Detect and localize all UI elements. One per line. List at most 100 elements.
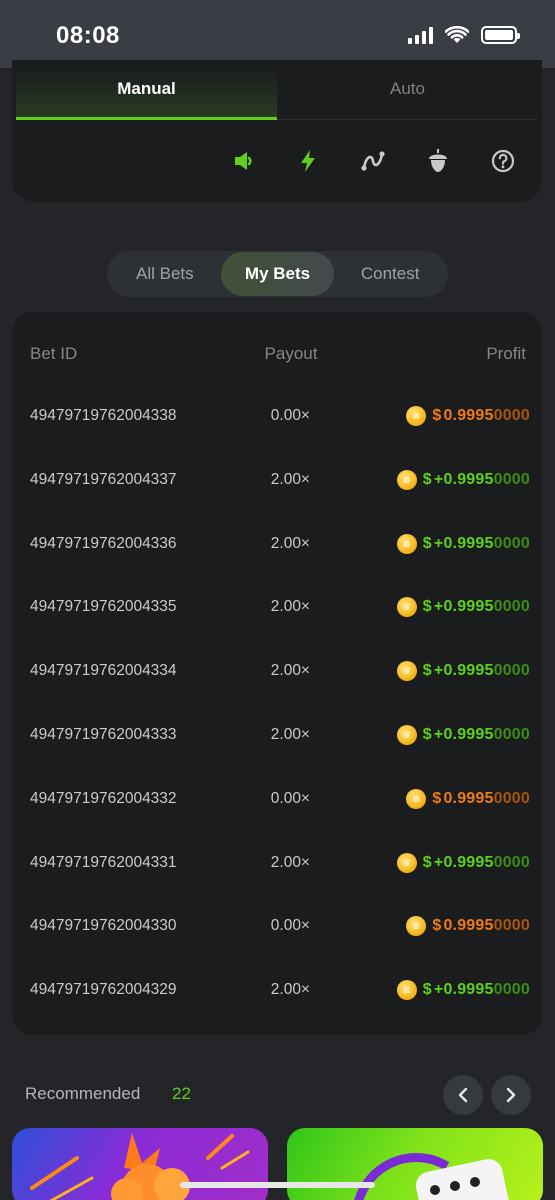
bet-id: 49479719762004333 xyxy=(30,726,177,743)
profit-amount: $ +0.99950000 xyxy=(423,854,530,872)
next-button[interactable] xyxy=(491,1075,531,1115)
table-row[interactable]: 49479719762004332 0.00× ≡ $0.99950000 xyxy=(30,779,530,819)
battery-icon xyxy=(481,26,520,44)
currency-sign: $ xyxy=(422,534,432,552)
tab-all-bets[interactable]: All Bets xyxy=(109,252,221,296)
profit-amount: $ +0.99950000 xyxy=(423,662,530,680)
table-row[interactable]: 49479719762004335 2.00× ≡ $ +0.99950000 xyxy=(30,587,530,627)
currency-sign: $ xyxy=(422,598,432,616)
bet-payout: 2.00× xyxy=(270,662,310,680)
bet-profit: ≡ $0.99950000 xyxy=(338,916,530,937)
bet-id: 49479719762004337 xyxy=(30,470,177,488)
profit-value-tail: 0000 xyxy=(493,534,530,552)
dice-artwork xyxy=(354,1153,510,1200)
chevron-right-icon xyxy=(506,1087,516,1103)
tab-my-bets[interactable]: My Bets xyxy=(220,252,335,296)
currency-sign: $ xyxy=(422,726,432,743)
wifi-icon xyxy=(445,26,469,43)
profit-value: 0.9995 xyxy=(443,917,494,935)
route-icon[interactable] xyxy=(358,146,388,176)
profit-amount: $0.99950000 xyxy=(432,917,530,935)
currency-sign: $ xyxy=(432,789,442,807)
tab-auto[interactable]: Auto xyxy=(277,68,538,119)
lightning-icon[interactable] xyxy=(293,146,323,176)
profit-value: +0.9995 xyxy=(433,598,494,616)
coin-icon: ≡ xyxy=(396,597,417,618)
currency-sign: $ xyxy=(432,917,442,935)
profit-value-tail: 0000 xyxy=(493,981,530,999)
table-row[interactable]: 49479719762004331 2.00× ≡ $ +0.99950000 xyxy=(30,843,530,883)
bet-profit: ≡ $ +0.99950000 xyxy=(338,852,530,873)
bet-id: 49479719762004335 xyxy=(30,598,177,616)
volume-icon[interactable] xyxy=(228,146,258,176)
profit-value-tail: 0000 xyxy=(493,853,530,871)
coin-icon: ≡ xyxy=(396,725,417,745)
profit-amount: $ +0.99950000 xyxy=(423,726,530,744)
status-icons xyxy=(408,26,520,44)
bets-segmented-control: All Bets My Bets Contest xyxy=(107,251,448,297)
bet-payout: 2.00× xyxy=(270,981,310,999)
bet-id: 49479719762004334 xyxy=(30,662,177,680)
tab-contest[interactable]: Contest xyxy=(334,252,446,296)
profit-value-tail: 0000 xyxy=(493,470,530,488)
coin-icon: ≡ xyxy=(406,788,427,809)
profit-value: 0.9995 xyxy=(443,407,494,424)
bet-profit: ≡ $ +0.99950000 xyxy=(338,725,530,745)
bet-id: 49479719762004338 xyxy=(30,407,177,424)
profit-value-tail: 0000 xyxy=(493,789,530,807)
table-row[interactable]: 49479719762004334 2.00× ≡ $ +0.99950000 xyxy=(30,651,530,691)
bet-payout: 2.00× xyxy=(270,726,310,743)
bet-id: 49479719762004330 xyxy=(30,917,177,935)
acorn-icon[interactable] xyxy=(423,146,453,176)
profit-amount: $ +0.99950000 xyxy=(423,981,530,999)
profit-value: +0.9995 xyxy=(433,534,494,552)
toolbar xyxy=(228,146,518,176)
bet-payout: 2.00× xyxy=(270,853,310,871)
bet-payout: 0.00× xyxy=(270,407,310,424)
cellular-signal-icon xyxy=(408,26,433,44)
header-payout: Payout xyxy=(264,344,318,363)
profit-value-tail: 0000 xyxy=(493,662,530,680)
coin-icon: ≡ xyxy=(406,916,427,937)
chevron-left-icon xyxy=(458,1087,468,1103)
profit-value-tail: 0000 xyxy=(493,917,530,935)
game-card[interactable] xyxy=(287,1128,543,1200)
game-card[interactable] xyxy=(12,1128,268,1200)
bet-id: 49479719762004332 xyxy=(30,789,177,807)
profit-amount: $ +0.99950000 xyxy=(423,535,530,553)
prev-button[interactable] xyxy=(443,1075,483,1115)
bet-id: 49479719762004329 xyxy=(30,981,177,999)
status-time: 08:08 xyxy=(56,22,120,49)
explosion-artwork xyxy=(30,1133,250,1200)
status-bar: 08:08 xyxy=(0,0,555,68)
coin-icon: ≡ xyxy=(396,852,417,873)
profit-value: +0.9995 xyxy=(433,470,494,488)
table-row[interactable]: 49479719762004329 2.00× ≡ $ +0.99950000 xyxy=(30,970,530,1010)
currency-sign: $ xyxy=(422,853,432,871)
table-row[interactable]: 49479719762004338 0.00× ≡ $0.99950000 xyxy=(30,396,530,436)
profit-amount: $ +0.99950000 xyxy=(423,471,530,489)
bet-payout: 0.00× xyxy=(270,917,310,935)
profit-value-tail: 0000 xyxy=(493,598,530,616)
table-row[interactable]: 49479719762004336 2.00× ≡ $ +0.99950000 xyxy=(30,524,530,564)
bet-payout: 0.00× xyxy=(270,789,310,807)
profit-value: +0.9995 xyxy=(433,662,494,680)
bet-profit: ≡ $ +0.99950000 xyxy=(338,597,530,618)
home-indicator[interactable] xyxy=(180,1182,375,1188)
coin-icon: ≡ xyxy=(396,533,417,554)
profit-value-tail: 0000 xyxy=(493,407,530,424)
profit-value: +0.9995 xyxy=(433,853,494,871)
table-row[interactable]: 49479719762004337 2.00× ≡ $ +0.99950000 xyxy=(30,460,530,500)
header-profit: Profit xyxy=(486,344,526,363)
profit-value-tail: 0000 xyxy=(493,726,530,743)
coin-icon: ≡ xyxy=(396,469,417,490)
table-row[interactable]: 49479719762004330 0.00× ≡ $0.99950000 xyxy=(30,906,530,946)
recommended-count: 22 xyxy=(172,1084,191,1103)
profit-value: +0.9995 xyxy=(433,981,494,999)
tab-manual[interactable]: Manual xyxy=(16,68,277,120)
table-row[interactable]: 49479719762004333 2.00× ≡ $ +0.99950000 xyxy=(30,715,530,755)
bet-profit: ≡ $ +0.99950000 xyxy=(338,533,530,554)
help-icon[interactable] xyxy=(488,146,518,176)
currency-sign: $ xyxy=(422,662,432,680)
currency-sign: $ xyxy=(422,470,432,488)
